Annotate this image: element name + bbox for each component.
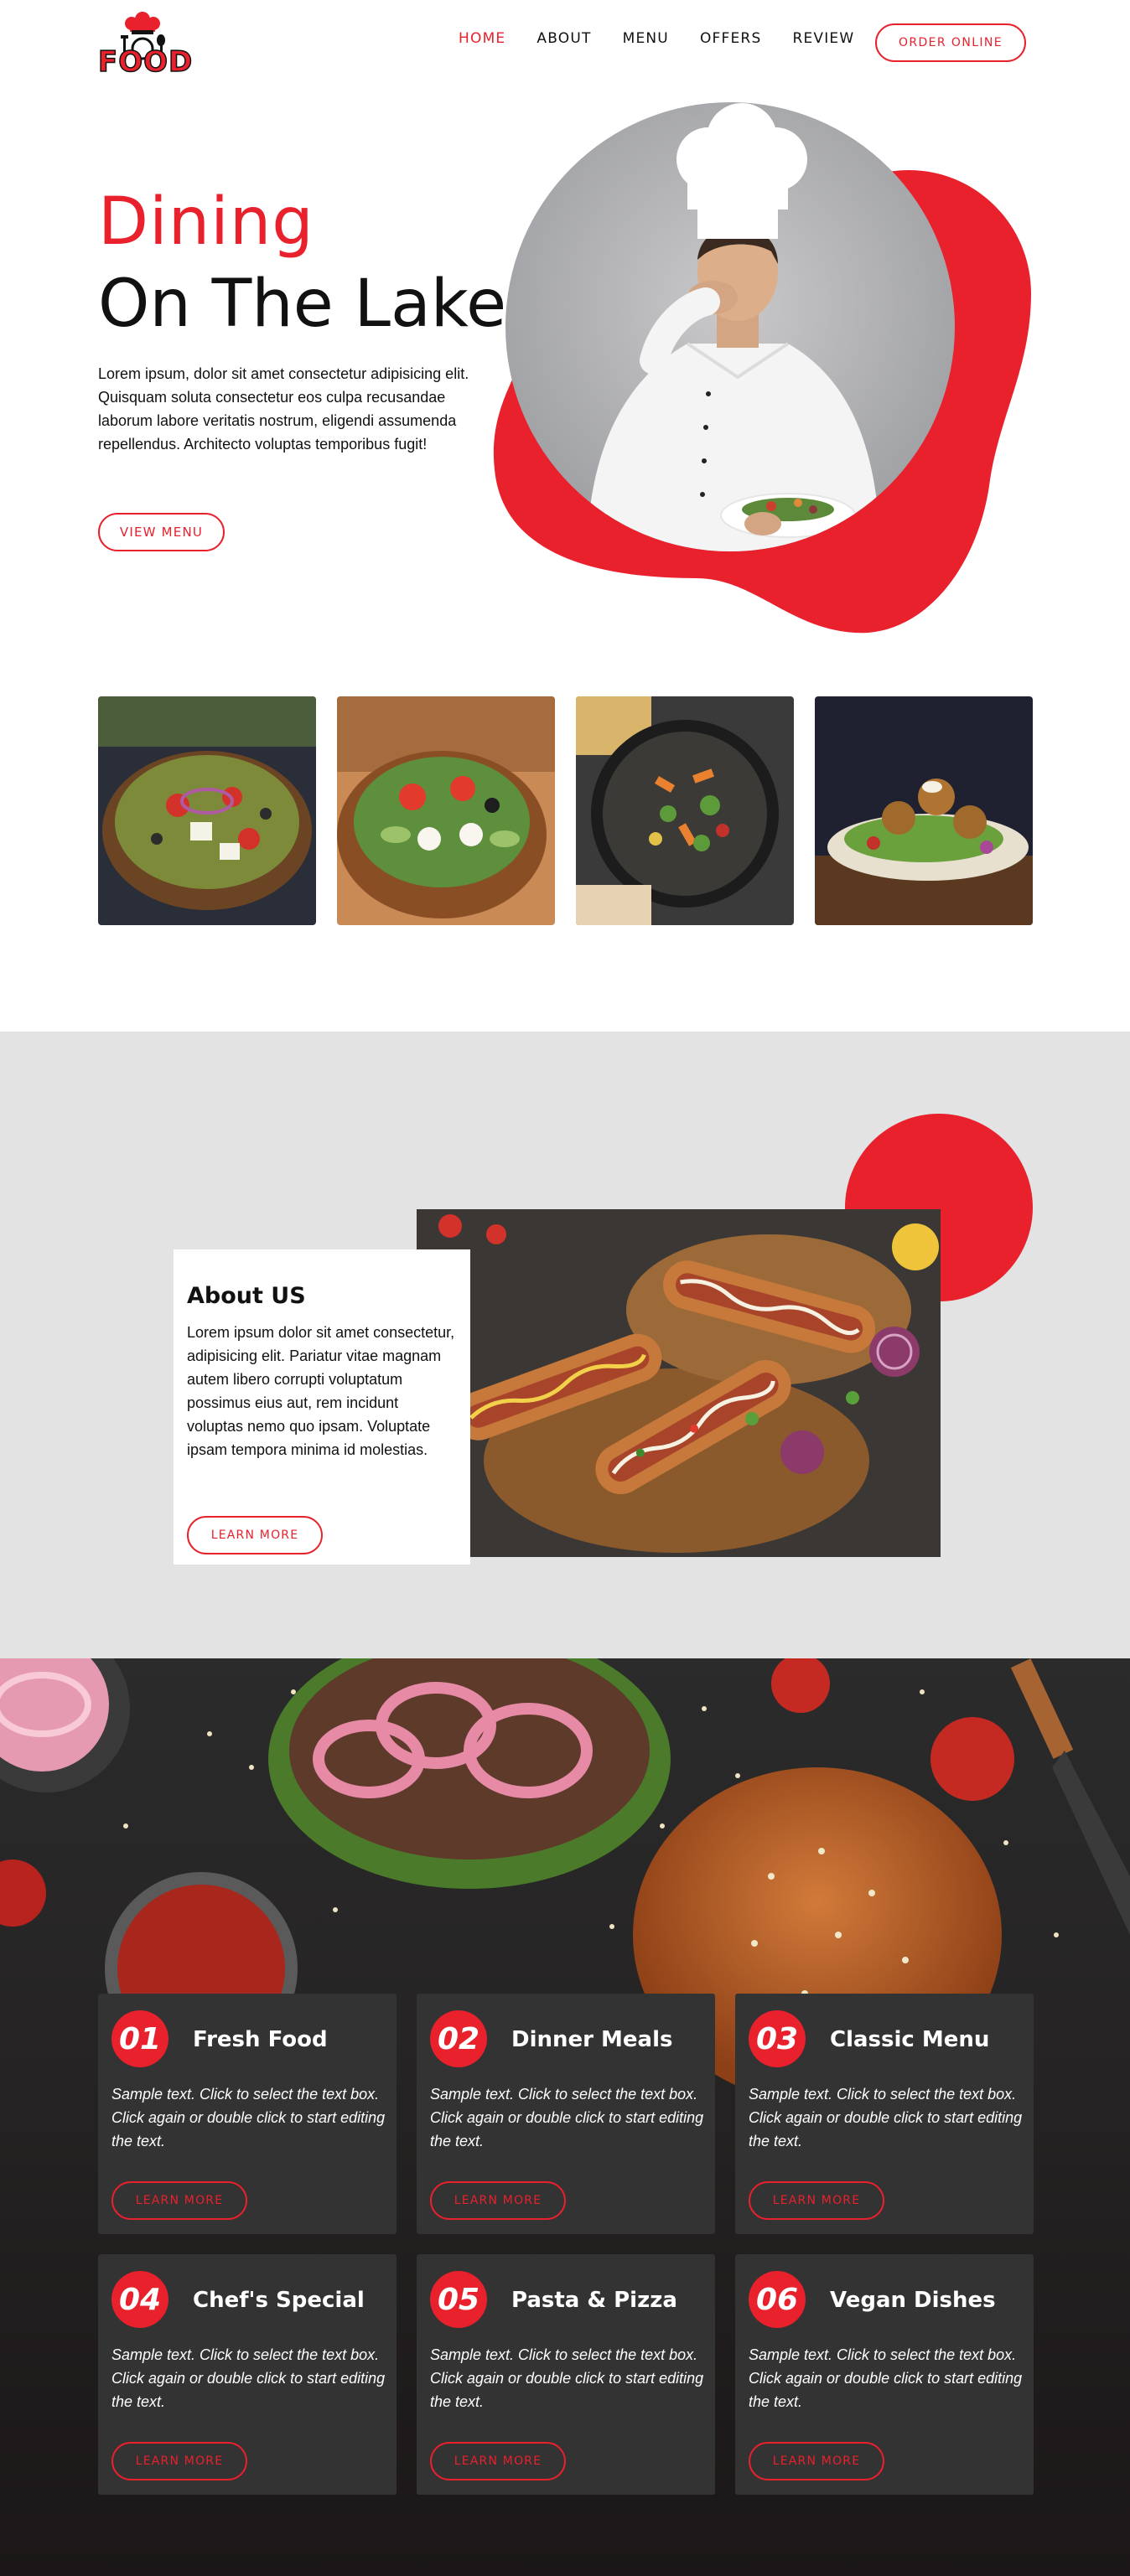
- service-title: Chef's Special: [193, 2288, 365, 2313]
- about-section: About US Lorem ipsum dolor sit amet cons…: [0, 1032, 1130, 1658]
- service-card: 03 Classic Menu Sample text. Click to se…: [735, 1994, 1034, 2234]
- service-description[interactable]: Sample text. Click to select the text bo…: [749, 2343, 1025, 2413]
- service-number-badge: 02: [430, 2010, 487, 2067]
- service-learn-more-button[interactable]: LEARN MORE: [111, 2181, 247, 2220]
- service-learn-more-button[interactable]: LEARN MORE: [430, 2181, 566, 2220]
- service-number-badge: 03: [749, 2010, 806, 2067]
- service-card: 02 Dinner Meals Sample text. Click to se…: [417, 1994, 715, 2234]
- service-number-badge: 05: [430, 2271, 487, 2328]
- nav-review[interactable]: REVIEW: [792, 30, 854, 47]
- main-nav: HOME ABOUT MENU OFFERS REVIEW: [459, 30, 885, 47]
- about-heading: About US: [187, 1283, 306, 1309]
- about-card: About US Lorem ipsum dolor sit amet cons…: [174, 1249, 470, 1565]
- site-header: FOOD HOME ABOUT MENU OFFERS REVIEW ORDER…: [0, 0, 1130, 92]
- nav-offers[interactable]: OFFERS: [700, 30, 761, 47]
- service-title: Vegan Dishes: [830, 2288, 996, 2313]
- hero-title-line-2: On The Lake: [98, 266, 507, 342]
- service-card: 01 Fresh Food Sample text. Click to sele…: [98, 1994, 397, 2234]
- service-number-badge: 04: [111, 2271, 168, 2328]
- service-learn-more-button[interactable]: LEARN MORE: [749, 2442, 884, 2480]
- caprese-salad-image[interactable]: [337, 696, 555, 925]
- service-description[interactable]: Sample text. Click to select the text bo…: [430, 2082, 707, 2153]
- service-number-badge: 06: [749, 2271, 806, 2328]
- service-number-badge: 01: [111, 2010, 168, 2067]
- service-learn-more-button[interactable]: LEARN MORE: [749, 2181, 884, 2220]
- service-title: Pasta & Pizza: [511, 2288, 677, 2313]
- order-online-button[interactable]: ORDER ONLINE: [875, 23, 1026, 62]
- service-card: 05 Pasta & Pizza Sample text. Click to s…: [417, 2254, 715, 2495]
- nav-home[interactable]: HOME: [459, 30, 505, 47]
- service-description[interactable]: Sample text. Click to select the text bo…: [430, 2343, 707, 2413]
- service-title: Fresh Food: [193, 2027, 328, 2052]
- chef-hero-image: [486, 92, 1039, 645]
- service-description[interactable]: Sample text. Click to select the text bo…: [111, 2082, 388, 2153]
- services-grid: 01 Fresh Food Sample text. Click to sele…: [98, 1994, 1034, 2495]
- food-gallery: [98, 696, 1033, 925]
- service-card: 06 Vegan Dishes Sample text. Click to se…: [735, 2254, 1034, 2495]
- about-learn-more-button[interactable]: LEARN MORE: [187, 1516, 323, 1554]
- about-text: Lorem ipsum dolor sit amet consectetur, …: [187, 1324, 455, 1458]
- service-description[interactable]: Sample text. Click to select the text bo…: [749, 2082, 1025, 2153]
- hero-title-line-1: Dining: [98, 184, 314, 260]
- service-card: 04 Chef's Special Sample text. Click to …: [98, 2254, 397, 2495]
- falafel-plate-image[interactable]: [815, 696, 1033, 925]
- greek-salad-image[interactable]: [98, 696, 316, 925]
- service-title: Classic Menu: [830, 2027, 990, 2052]
- services-section: 01 Fresh Food Sample text. Click to sele…: [0, 1658, 1130, 2576]
- food-logo[interactable]: FOOD: [97, 12, 193, 80]
- nav-menu[interactable]: MENU: [623, 30, 669, 47]
- view-menu-button[interactable]: VIEW MENU: [98, 513, 225, 551]
- logo-text: FOOD: [97, 44, 194, 80]
- service-learn-more-button[interactable]: LEARN MORE: [430, 2442, 566, 2480]
- hero-description: Lorem ipsum, dolor sit amet consectetur …: [98, 365, 469, 453]
- nav-about[interactable]: ABOUT: [536, 30, 591, 47]
- service-title: Dinner Meals: [511, 2027, 673, 2052]
- hot-dogs-image: [417, 1209, 941, 1557]
- service-learn-more-button[interactable]: LEARN MORE: [111, 2442, 247, 2480]
- vegetable-pan-image[interactable]: [576, 696, 794, 925]
- service-description[interactable]: Sample text. Click to select the text bo…: [111, 2343, 388, 2413]
